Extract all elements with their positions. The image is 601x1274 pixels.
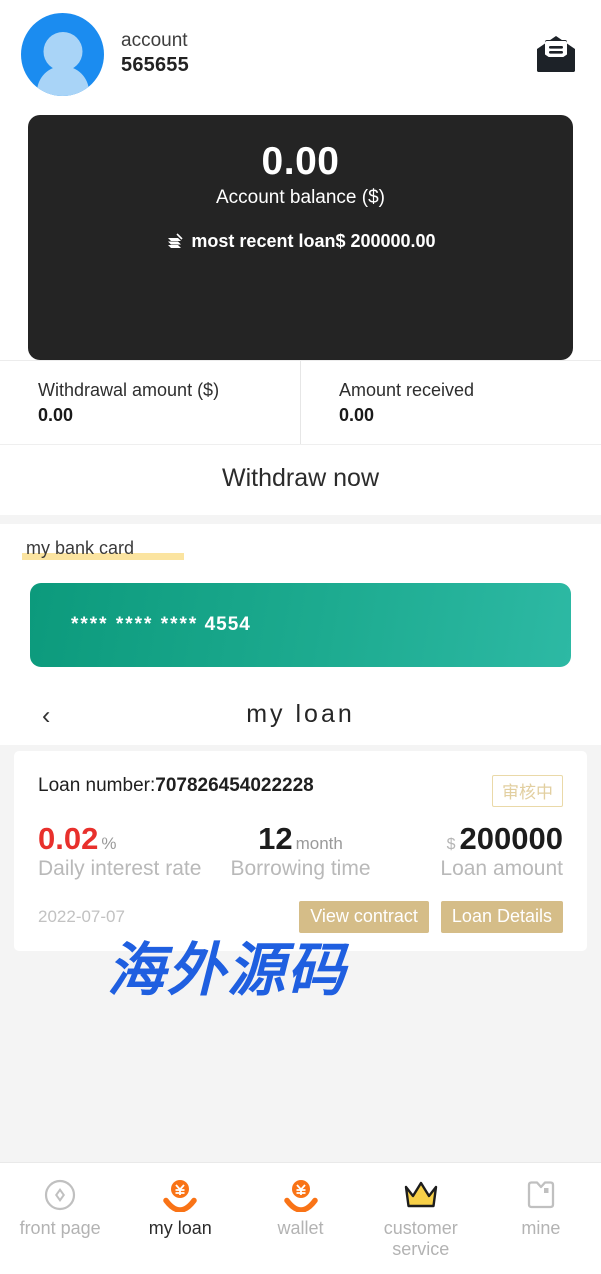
my-loan-navbar: ‹ my loan xyxy=(0,687,601,746)
daily-rate-label: Daily interest rate xyxy=(38,856,202,880)
balance-label: Account balance ($) xyxy=(216,187,385,209)
loan-amount-prefix: $ xyxy=(446,836,456,854)
account-info: account 565655 xyxy=(121,29,189,79)
account-number: 565655 xyxy=(121,54,189,77)
loan-stats: 0.02% Daily interest rate 12 month Borrow… xyxy=(38,821,563,881)
envelope-icon[interactable] xyxy=(533,34,579,74)
loan-list-area: Loan number:707826454022228 审核中 0.02% Da… xyxy=(0,745,601,1004)
loan-item-card[interactable]: Loan number:707826454022228 审核中 0.02% Da… xyxy=(14,751,587,951)
withdrawal-amount-cell[interactable]: Withdrawal amount ($) 0.00 xyxy=(0,361,300,444)
loan-details-button[interactable]: Loan Details xyxy=(440,900,563,933)
app-screen: account 565655 0.00 Account balance ($) xyxy=(0,0,601,1274)
recent-loan-text: most recent loan$ 200000.00 xyxy=(191,231,436,252)
withdrawal-amount-value: 0.00 xyxy=(38,405,74,426)
withdraw-now-button[interactable]: Withdraw now xyxy=(0,444,601,516)
amount-received-value: 0.00 xyxy=(339,405,375,426)
loan-number-row: Loan number:707826454022228 审核中 xyxy=(38,775,563,808)
borrowing-time-stat: 12 month Borrowing time xyxy=(213,821,388,881)
crown-icon xyxy=(361,1175,481,1215)
loan-card-footer: 2022-07-07 View contract Loan Details xyxy=(38,900,563,933)
withdrawal-amount-label: Withdrawal amount ($) xyxy=(38,380,220,400)
balance-card-wrapper: 0.00 Account balance ($) most recent loa… xyxy=(0,108,601,360)
daily-rate-top: 0.02% xyxy=(38,821,213,857)
loan-amount-value: 200000 xyxy=(459,821,563,857)
amount-received-label: Amount received xyxy=(339,380,475,400)
loan-number-label: Loan number: xyxy=(38,775,156,797)
bank-card-last4: 4554 xyxy=(204,614,251,636)
loan-hand-yen-icon xyxy=(120,1175,240,1215)
tab-my-loan[interactable]: my loan xyxy=(120,1175,240,1239)
recent-loan-line: most recent loan$ 200000.00 xyxy=(28,231,573,252)
tab-label-wallet: wallet xyxy=(277,1218,324,1238)
bank-card-title: my bank card xyxy=(22,537,185,561)
tab-label-my-loan: my loan xyxy=(148,1218,212,1238)
bank-card-number: **** **** **** 4554 xyxy=(71,614,251,636)
tab-wallet[interactable]: wallet xyxy=(240,1175,360,1239)
header-bar: account 565655 xyxy=(0,0,601,108)
balance-value: 0.00 xyxy=(261,140,340,183)
borrowing-time-unit: month xyxy=(295,834,343,854)
loan-number: Loan number:707826454022228 xyxy=(38,775,492,797)
avatar-body xyxy=(36,65,89,96)
tab-mine[interactable]: mine xyxy=(481,1175,601,1239)
loan-date: 2022-07-07 xyxy=(38,906,125,926)
bank-card-section: my bank card **** **** **** 4554 xyxy=(0,524,601,688)
page-filler xyxy=(0,950,601,1162)
view-contract-button[interactable]: View contract xyxy=(299,900,429,933)
borrowing-time-top: 12 month xyxy=(213,821,388,857)
loan-number-value: 707826454022228 xyxy=(155,775,314,797)
borrowing-time-label: Borrowing time xyxy=(230,856,371,880)
my-loan-title: my loan xyxy=(246,700,355,729)
documents-stack-icon xyxy=(165,232,184,251)
account-label: account xyxy=(121,30,188,52)
daily-rate-unit: % xyxy=(101,834,117,854)
loan-amount-label: Loan amount xyxy=(440,856,563,880)
loan-amount-top: $200000 xyxy=(388,821,563,857)
tab-front-page[interactable]: front page xyxy=(0,1175,120,1239)
user-avatar[interactable] xyxy=(21,12,104,96)
amount-received-cell[interactable]: Amount received 0.00 xyxy=(300,361,601,445)
borrowing-time-value: 12 xyxy=(258,821,293,857)
section-gap xyxy=(0,515,601,525)
bank-card-title-wrap: my bank card xyxy=(0,537,601,561)
tab-label-front-page: front page xyxy=(19,1218,101,1238)
status-badge: 审核中 xyxy=(492,775,563,808)
wallet-hand-yen-icon xyxy=(240,1175,360,1215)
profile-book-icon xyxy=(481,1175,601,1215)
account-balance-card: 0.00 Account balance ($) most recent loa… xyxy=(28,115,573,360)
bank-card-title-text: my bank card xyxy=(26,538,135,559)
daily-rate-value: 0.02 xyxy=(38,821,99,857)
tab-label-customer-service: customer service xyxy=(383,1218,458,1259)
bank-card-mask: **** **** **** xyxy=(71,614,199,636)
tab-customer-service[interactable]: customer service xyxy=(361,1175,481,1260)
loan-amount-stat: $200000 Loan amount xyxy=(388,821,563,881)
bank-card[interactable]: **** **** **** 4554 xyxy=(30,583,571,668)
withdrawal-row: Withdrawal amount ($) 0.00 Amount receiv… xyxy=(0,360,601,445)
compass-icon xyxy=(0,1175,120,1215)
daily-rate-stat: 0.02% Daily interest rate xyxy=(38,821,213,881)
chevron-left-icon[interactable]: ‹ xyxy=(42,703,50,729)
tab-label-mine: mine xyxy=(521,1218,561,1238)
bottom-tabbar: front page my loan wallet customer servi… xyxy=(0,1162,601,1274)
